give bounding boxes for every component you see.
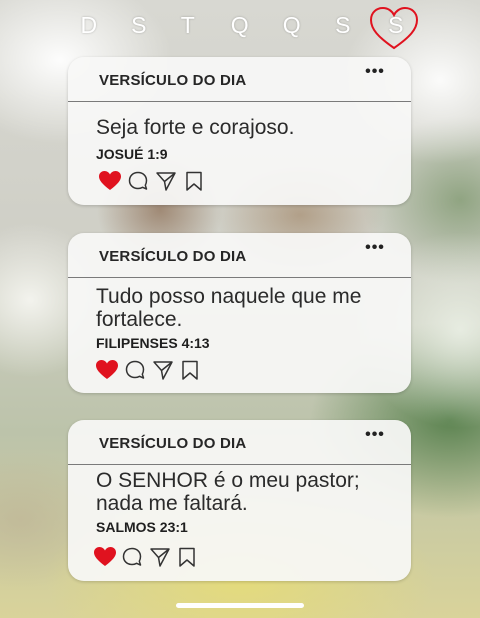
day-wednesday[interactable]: Q xyxy=(220,12,260,39)
bookmark-icon[interactable] xyxy=(184,170,204,192)
more-options-button[interactable]: ••• xyxy=(363,64,387,83)
verse-reference: JOSUÉ 1:9 xyxy=(96,146,168,162)
action-bar xyxy=(94,546,238,568)
week-day-selector: D S T Q Q S S xyxy=(0,4,480,50)
heart-icon[interactable] xyxy=(93,546,117,568)
card-title: VERSÍCULO DO DIA xyxy=(99,248,247,265)
card-header: VERSÍCULO DO DIA ••• xyxy=(68,57,411,102)
more-options-button[interactable]: ••• xyxy=(363,427,387,446)
verse-reference: FILIPENSES 4:13 xyxy=(96,335,210,351)
home-indicator[interactable] xyxy=(176,603,304,608)
share-icon[interactable] xyxy=(155,170,177,192)
day-tuesday[interactable]: T xyxy=(168,12,208,39)
more-options-button[interactable]: ••• xyxy=(363,240,387,259)
bookmark-icon[interactable] xyxy=(180,359,200,381)
verse-text: Tudo posso naquele que me fortalece. xyxy=(96,285,362,331)
comment-icon[interactable] xyxy=(124,359,146,381)
verse-text: O SENHOR é o meu pastor; nada me faltará… xyxy=(96,469,360,515)
card-header: VERSÍCULO DO DIA ••• xyxy=(68,233,411,278)
verse-text: Seja forte e corajoso. xyxy=(96,116,295,139)
heart-icon[interactable] xyxy=(95,359,119,381)
day-friday[interactable]: S xyxy=(323,12,363,39)
day-sunday[interactable]: D xyxy=(69,12,109,39)
card-title: VERSÍCULO DO DIA xyxy=(99,435,247,452)
share-icon[interactable] xyxy=(149,546,171,568)
day-saturday[interactable]: S xyxy=(376,12,416,39)
day-thursday[interactable]: Q xyxy=(272,12,312,39)
heart-icon[interactable] xyxy=(98,170,122,192)
card-title: VERSÍCULO DO DIA xyxy=(99,72,247,89)
verse-card-1: VERSÍCULO DO DIA ••• Seja forte e corajo… xyxy=(68,57,411,205)
action-bar xyxy=(95,359,238,381)
verse-reference: SALMOS 23:1 xyxy=(96,519,188,535)
day-monday[interactable]: S xyxy=(119,12,159,39)
comment-icon[interactable] xyxy=(127,170,149,192)
verse-card-3: VERSÍCULO DO DIA ••• O SENHOR é o meu pa… xyxy=(68,420,411,581)
verse-card-2: VERSÍCULO DO DIA ••• Tudo posso naquele … xyxy=(68,233,411,393)
share-icon[interactable] xyxy=(152,359,174,381)
bookmark-icon[interactable] xyxy=(177,546,197,568)
card-header: VERSÍCULO DO DIA ••• xyxy=(68,420,411,465)
comment-icon[interactable] xyxy=(121,546,143,568)
action-bar xyxy=(98,170,238,192)
